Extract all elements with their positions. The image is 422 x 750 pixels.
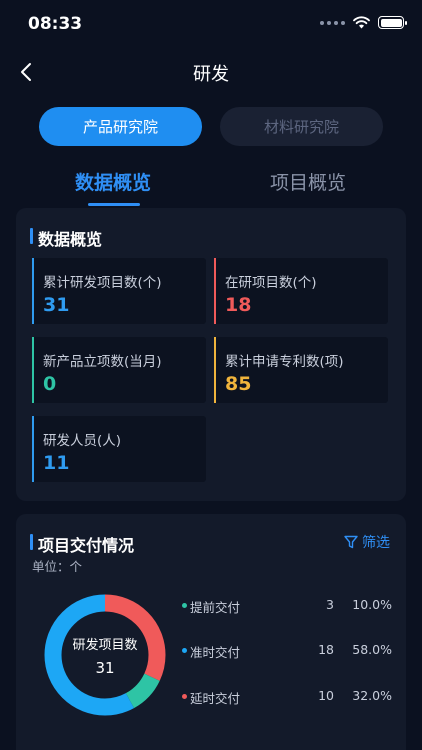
unit-label: 单位：个 xyxy=(32,559,83,574)
stat-label: 研发人员(人) xyxy=(43,433,122,449)
legend-name: 延时交付 xyxy=(190,691,241,706)
stat-label: 在研项目数(个) xyxy=(225,275,317,291)
legend-count: 3 xyxy=(326,597,334,612)
segment-material-institute[interactable]: 材料研究院 xyxy=(220,107,383,146)
filter-button[interactable]: 筛选 xyxy=(344,532,390,552)
stat-value: 85 xyxy=(225,373,252,395)
status-time: 08:33 xyxy=(28,14,83,34)
stat-value: 0 xyxy=(43,373,57,395)
wifi-icon xyxy=(353,16,370,29)
stat-tile-new-products: 新产品立项数(当月) 0 xyxy=(32,337,206,403)
stat-value: 18 xyxy=(225,294,252,316)
data-overview-card: 数据概览 累计研发项目数(个) 31 在研项目数(个) 18 新产品立项数(当月… xyxy=(16,208,406,501)
legend-dot xyxy=(182,648,187,653)
page-title: 研发 xyxy=(193,64,229,85)
status-bar: 08:33 xyxy=(0,0,422,50)
section-title: 数据概览 xyxy=(29,226,102,250)
tab-project-overview[interactable]: 项目概览 xyxy=(270,168,346,195)
stat-accent-bar xyxy=(214,258,216,324)
legend-row-ontime: 准时交付 18 58.0% xyxy=(182,642,392,660)
stat-tile-active-projects: 在研项目数(个) 18 xyxy=(214,258,388,324)
segment-product-institute[interactable]: 产品研究院 xyxy=(39,107,202,146)
stat-accent-bar xyxy=(32,337,34,403)
stat-value: 11 xyxy=(43,452,70,474)
status-icons xyxy=(320,16,407,29)
donut-center: 研发项目数 31 xyxy=(44,594,166,716)
tab-bar: 数据概览 项目概览 xyxy=(0,168,422,208)
stat-accent-bar xyxy=(214,337,216,403)
legend-count: 18 xyxy=(318,642,334,657)
stat-label: 新产品立项数(当月) xyxy=(43,354,162,370)
stat-tile-rd-staff: 研发人员(人) 11 xyxy=(32,416,206,482)
filter-label: 筛选 xyxy=(362,535,390,551)
donut-center-label: 研发项目数 xyxy=(72,637,138,653)
section-title: 项目交付情况 xyxy=(29,532,134,556)
tab-data-overview[interactable]: 数据概览 xyxy=(75,168,151,195)
battery-icon xyxy=(378,16,407,29)
legend-percent: 32.0% xyxy=(352,688,392,703)
nav-bar: 研发 xyxy=(0,52,422,92)
legend-percent: 10.0% xyxy=(352,597,392,612)
signal-icon xyxy=(320,20,345,25)
donut-center-value: 31 xyxy=(95,658,115,677)
filter-icon xyxy=(344,535,358,549)
legend-row-early: 提前交付 3 10.0% xyxy=(182,597,392,615)
legend-name: 提前交付 xyxy=(190,600,241,615)
legend-row-delayed: 延时交付 10 32.0% xyxy=(182,688,392,706)
stat-value: 31 xyxy=(43,294,70,316)
stat-label: 累计研发项目数(个) xyxy=(43,275,162,291)
stat-tile-total-projects: 累计研发项目数(个) 31 xyxy=(32,258,206,324)
legend-count: 10 xyxy=(318,688,334,703)
stat-tile-patents: 累计申请专利数(项) 85 xyxy=(214,337,388,403)
stat-label: 累计申请专利数(项) xyxy=(225,354,344,370)
legend-percent: 58.0% xyxy=(352,642,392,657)
legend-name: 准时交付 xyxy=(190,645,241,660)
legend-dot xyxy=(182,694,187,699)
stat-accent-bar xyxy=(32,416,34,482)
project-delivery-card: 项目交付情况 筛选 单位：个 研发项目数 31 提前交付 3 10.0% 准时交… xyxy=(16,514,406,750)
stat-accent-bar xyxy=(32,258,34,324)
legend-dot xyxy=(182,603,187,608)
tab-underline xyxy=(88,203,140,206)
